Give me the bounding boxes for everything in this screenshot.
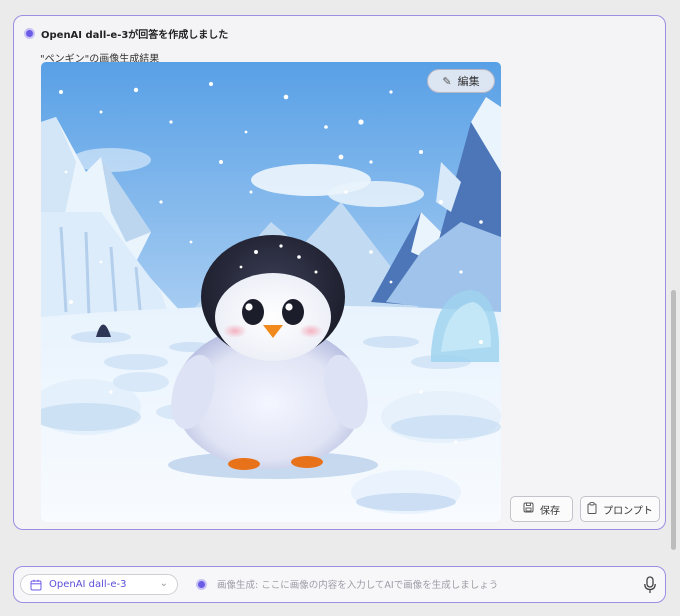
save-button[interactable]: 保存 xyxy=(510,496,573,522)
model-select[interactable]: OpenAI dall-e-3 ⌄ xyxy=(20,574,178,595)
edit-button[interactable]: ✎ 編集 xyxy=(427,69,495,93)
composer-bar: OpenAI dall-e-3 ⌄ xyxy=(13,566,666,603)
prompt-button-label: プロンプト xyxy=(603,505,653,517)
chat-response-card: OpenAI dall-e-3が回答を作成しました "ペンギン"の画像生成結果 xyxy=(13,15,666,530)
edit-button-label: 編集 xyxy=(457,75,480,88)
save-icon xyxy=(523,502,534,516)
status-dot-icon xyxy=(24,28,35,39)
scrollbar-thumb[interactable] xyxy=(671,290,676,550)
response-title: OpenAI dall-e-3が回答を作成しました xyxy=(41,30,229,41)
status-dot-icon xyxy=(196,579,207,590)
microphone-icon[interactable] xyxy=(643,576,657,594)
calendar-icon xyxy=(30,579,42,590)
model-select-value: OpenAI dall-e-3 xyxy=(49,579,127,590)
prompt-button[interactable]: プロンプト xyxy=(580,496,660,522)
clipboard-icon xyxy=(587,501,597,517)
save-button-label: 保存 xyxy=(540,505,560,517)
prompt-input[interactable] xyxy=(217,575,637,595)
generated-image xyxy=(41,62,501,522)
pencil-icon: ✎ xyxy=(442,74,452,88)
chevron-down-icon: ⌄ xyxy=(159,578,168,589)
response-header: OpenAI dall-e-3が回答を作成しました xyxy=(24,26,228,41)
